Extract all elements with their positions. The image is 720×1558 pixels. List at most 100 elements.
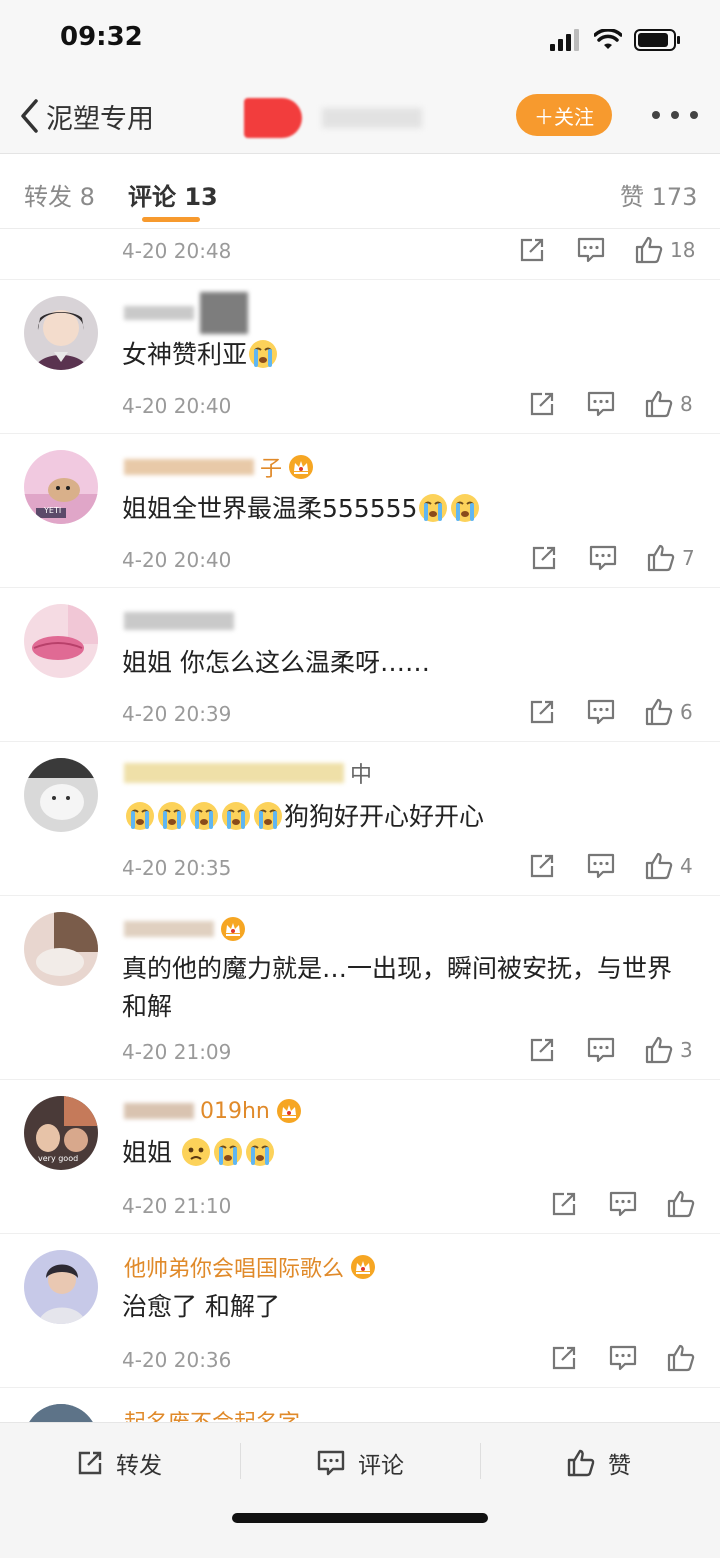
share-icon[interactable]	[550, 1190, 578, 1218]
like-button[interactable]	[666, 1188, 702, 1220]
like-button[interactable]: 7	[646, 542, 695, 574]
username[interactable]: 起名废不会起名字	[124, 1406, 300, 1422]
comment-icon[interactable]	[608, 1190, 638, 1218]
crying-emoji-icon	[158, 802, 186, 830]
username[interactable]: 他帅弟你会唱国际歌么	[124, 1252, 376, 1282]
redacted-username	[124, 459, 254, 475]
follow-button[interactable]: ＋关注	[516, 94, 612, 136]
share-icon[interactable]	[530, 544, 558, 572]
share-icon[interactable]	[528, 1036, 556, 1064]
crying-emoji-icon	[419, 494, 448, 522]
tab-bar: 转发 8 评论 13 赞 173	[0, 155, 720, 229]
crying-emoji-icon	[249, 340, 278, 368]
like-count: 3	[680, 1038, 693, 1062]
share-icon[interactable]	[528, 698, 556, 726]
like-button[interactable]: 6	[644, 696, 693, 728]
bottom-action-bar: 转发 评论 赞	[0, 1422, 720, 1558]
crying-emoji-icon	[451, 494, 480, 522]
repost-button[interactable]: 转发	[76, 1443, 162, 1483]
thumbs-up-icon	[645, 852, 673, 880]
share-icon[interactable]	[518, 236, 546, 264]
like-button[interactable]: 4	[644, 850, 693, 882]
redacted-username	[124, 763, 344, 783]
comment-item: 中 狗狗好开心好开心 4-20 20:35 4	[0, 742, 720, 896]
username[interactable]	[124, 914, 246, 944]
comment-actions: 18	[0, 234, 720, 266]
comment-actions: 8	[0, 388, 720, 420]
redacted-username	[124, 612, 234, 630]
username[interactable]: 019hn	[124, 1096, 302, 1126]
comment-text: 真的他的魔力就是…一出现，瞬间被安抚，与世界和解	[122, 954, 673, 1021]
comment-list: 4-20 20:48 18 女神赞利亚 4-20 20:40 8 YETI 子 …	[0, 230, 720, 1422]
username[interactable]: 子	[124, 452, 314, 482]
comment-text: 姐姐 你怎么这么温柔呀……	[122, 648, 430, 677]
avatar[interactable]	[24, 1250, 98, 1324]
username-text: 中	[350, 763, 373, 788]
comment-icon[interactable]	[586, 1036, 616, 1064]
like-count: 6	[680, 700, 693, 724]
tab-repost[interactable]: 转发 8	[24, 177, 95, 212]
comment-icon[interactable]	[608, 1344, 638, 1372]
comment-icon[interactable]	[588, 544, 618, 572]
home-indicator[interactable]	[232, 1513, 488, 1523]
like-button[interactable]	[666, 1342, 702, 1374]
comment-text-body: 女神赞利亚	[122, 340, 248, 369]
avatar[interactable]: YETI	[24, 450, 98, 524]
tab-likes[interactable]: 赞 173	[620, 177, 697, 212]
username[interactable]	[124, 292, 248, 334]
comment-label: 评论	[358, 1453, 404, 1479]
username-text: 019hn	[200, 1098, 270, 1124]
thumbs-up-icon	[645, 390, 673, 418]
more-icon[interactable]	[652, 100, 698, 130]
like-button[interactable]: 3	[644, 1034, 693, 1066]
avatar[interactable]	[24, 604, 98, 678]
comment-item: very good 019hn 姐姐 4-20 21:10	[0, 1080, 720, 1234]
username[interactable]: 中	[124, 758, 372, 788]
nav-bar: 泥塑专用 ＋关注	[0, 80, 720, 154]
comment-button[interactable]: 评论	[316, 1443, 404, 1483]
like-button[interactable]: 18	[634, 234, 695, 266]
tab-comments[interactable]: 评论 13	[128, 177, 218, 212]
share-icon[interactable]	[550, 1344, 578, 1372]
avatar-caption: very good	[38, 1154, 79, 1163]
comment-item: 姐姐 你怎么这么温柔呀…… 4-20 20:39 6	[0, 588, 720, 742]
thumbs-up-icon	[667, 1344, 695, 1372]
share-icon	[78, 1451, 102, 1475]
comment-icon[interactable]	[586, 390, 616, 418]
redacted-title-mark	[244, 98, 302, 138]
avatar[interactable]	[24, 296, 98, 370]
back-button[interactable]: 泥塑专用	[18, 94, 154, 138]
avatar[interactable]: very good	[24, 1096, 98, 1170]
status-time: 09:32	[60, 22, 143, 52]
crying-emoji-icon	[190, 802, 218, 830]
share-icon[interactable]	[528, 852, 556, 880]
avatar[interactable]	[24, 758, 98, 832]
redacted-username	[124, 921, 214, 937]
avatar[interactable]	[24, 1404, 98, 1422]
like-label: 赞	[608, 1453, 631, 1479]
crying-emoji-icon	[126, 802, 154, 830]
username[interactable]	[124, 606, 234, 636]
redacted-username	[200, 292, 248, 334]
comment-item: 真的他的魔力就是…一出现，瞬间被安抚，与世界和解 4-20 21:09 3	[0, 896, 720, 1080]
redacted-username	[124, 306, 194, 320]
comment-icon[interactable]	[586, 698, 616, 726]
bottom-like-button[interactable]: 赞	[566, 1443, 631, 1483]
comment-item: 起名废不会起名字	[0, 1388, 720, 1422]
comment-item: YETI 子 姐姐全世界最温柔555555 4-20 20:40 7	[0, 434, 720, 588]
comment-text: 治愈了 和解了	[122, 1292, 280, 1321]
comment-text-body: 狗狗好开心好开心	[284, 802, 485, 831]
comment-icon[interactable]	[586, 852, 616, 880]
vip-crown-icon	[221, 917, 245, 941]
signal-icon	[550, 29, 579, 51]
comment-actions	[0, 1342, 720, 1374]
thumbs-up-icon	[635, 236, 663, 264]
back-label: 泥塑专用	[46, 103, 154, 135]
avatar[interactable]	[24, 912, 98, 986]
comment-icon[interactable]	[576, 236, 606, 264]
divider	[240, 1443, 241, 1479]
like-count: 8	[680, 392, 693, 416]
crying-emoji-icon	[254, 802, 282, 830]
share-icon[interactable]	[528, 390, 556, 418]
like-button[interactable]: 8	[644, 388, 693, 420]
